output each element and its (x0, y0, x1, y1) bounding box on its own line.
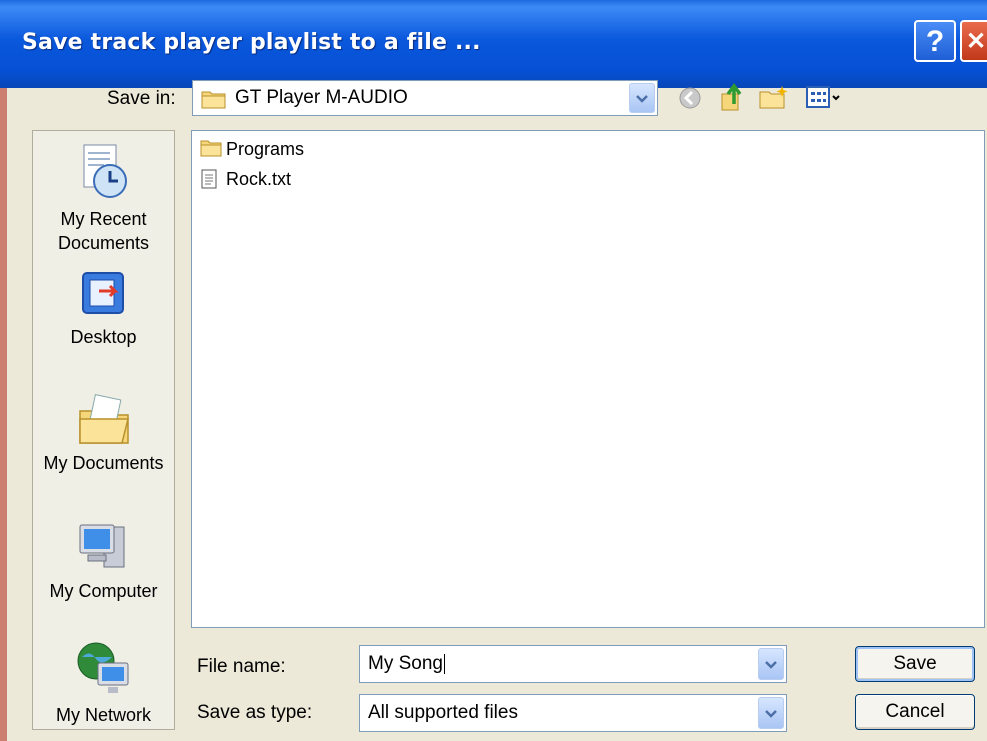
text-file-icon (201, 169, 217, 189)
place-my-recent-documents[interactable]: My Recent Documents (33, 141, 174, 255)
place-my-network[interactable]: My Network (33, 639, 174, 726)
save-as-type-combo[interactable]: All supported files (359, 694, 787, 732)
save-in-combo[interactable]: GT Player M-AUDIO (192, 80, 658, 116)
file-name: Programs (226, 139, 305, 159)
text-caret (443, 653, 445, 674)
save-as-type-label: Save as type: (197, 702, 313, 723)
my-documents-icon (78, 394, 129, 444)
title-bar[interactable]: Save track player playlist to a file ...… (0, 0, 987, 88)
file-name-combo[interactable]: My Song (359, 645, 787, 683)
views-menu-icon[interactable] (806, 86, 842, 108)
save-as-type-dropdown-button[interactable] (758, 697, 784, 729)
place-my-documents[interactable]: My Documents (33, 393, 174, 474)
cancel-button[interactable]: Cancel (855, 694, 975, 730)
back-icon[interactable] (678, 86, 702, 110)
place-label: My Documents (43, 453, 164, 473)
save-as-type-value: All supported files (368, 702, 518, 723)
close-button[interactable]: ✕ (960, 20, 987, 62)
file-list[interactable]: Programs Rock.txt (191, 130, 985, 628)
my-computer-icon (79, 524, 124, 568)
save-button[interactable]: Save (855, 646, 975, 682)
save-in-label: Save in: (107, 88, 176, 109)
folder-icon (201, 91, 226, 109)
place-my-computer[interactable]: My Computer (33, 519, 174, 602)
places-bar: My Recent Documents Desktop My Documents (32, 130, 175, 730)
file-name: Rock.txt (226, 169, 292, 189)
dialog-title: Save track player playlist to a file ... (22, 30, 481, 55)
file-name-label: File name: (197, 656, 286, 677)
folder-icon (200, 140, 222, 157)
chevron-down-icon (765, 661, 777, 669)
place-label: My Network (55, 705, 151, 725)
help-button[interactable]: ? (914, 20, 956, 62)
new-folder-icon[interactable] (758, 84, 790, 110)
desktop-icon (81, 272, 124, 314)
recent-documents-icon (83, 144, 127, 198)
file-name-dropdown-button[interactable] (758, 648, 784, 680)
save-in-value: GT Player M-AUDIO (235, 87, 408, 108)
save-in-dropdown-button[interactable] (629, 83, 655, 113)
chevron-down-icon (636, 95, 648, 103)
file-name-input[interactable]: My Song (368, 653, 445, 675)
place-label: My Recent Documents (57, 209, 150, 253)
place-label: Desktop (70, 327, 137, 347)
background-edge (0, 88, 7, 741)
place-label: My Computer (49, 581, 158, 601)
my-network-icon (77, 642, 128, 693)
save-dialog: Save track player playlist to a file ...… (0, 0, 987, 741)
file-name-value: My Song (368, 653, 443, 674)
place-desktop[interactable]: Desktop (33, 269, 174, 348)
up-folder-icon[interactable] (718, 82, 746, 112)
chevron-down-icon (765, 710, 777, 718)
